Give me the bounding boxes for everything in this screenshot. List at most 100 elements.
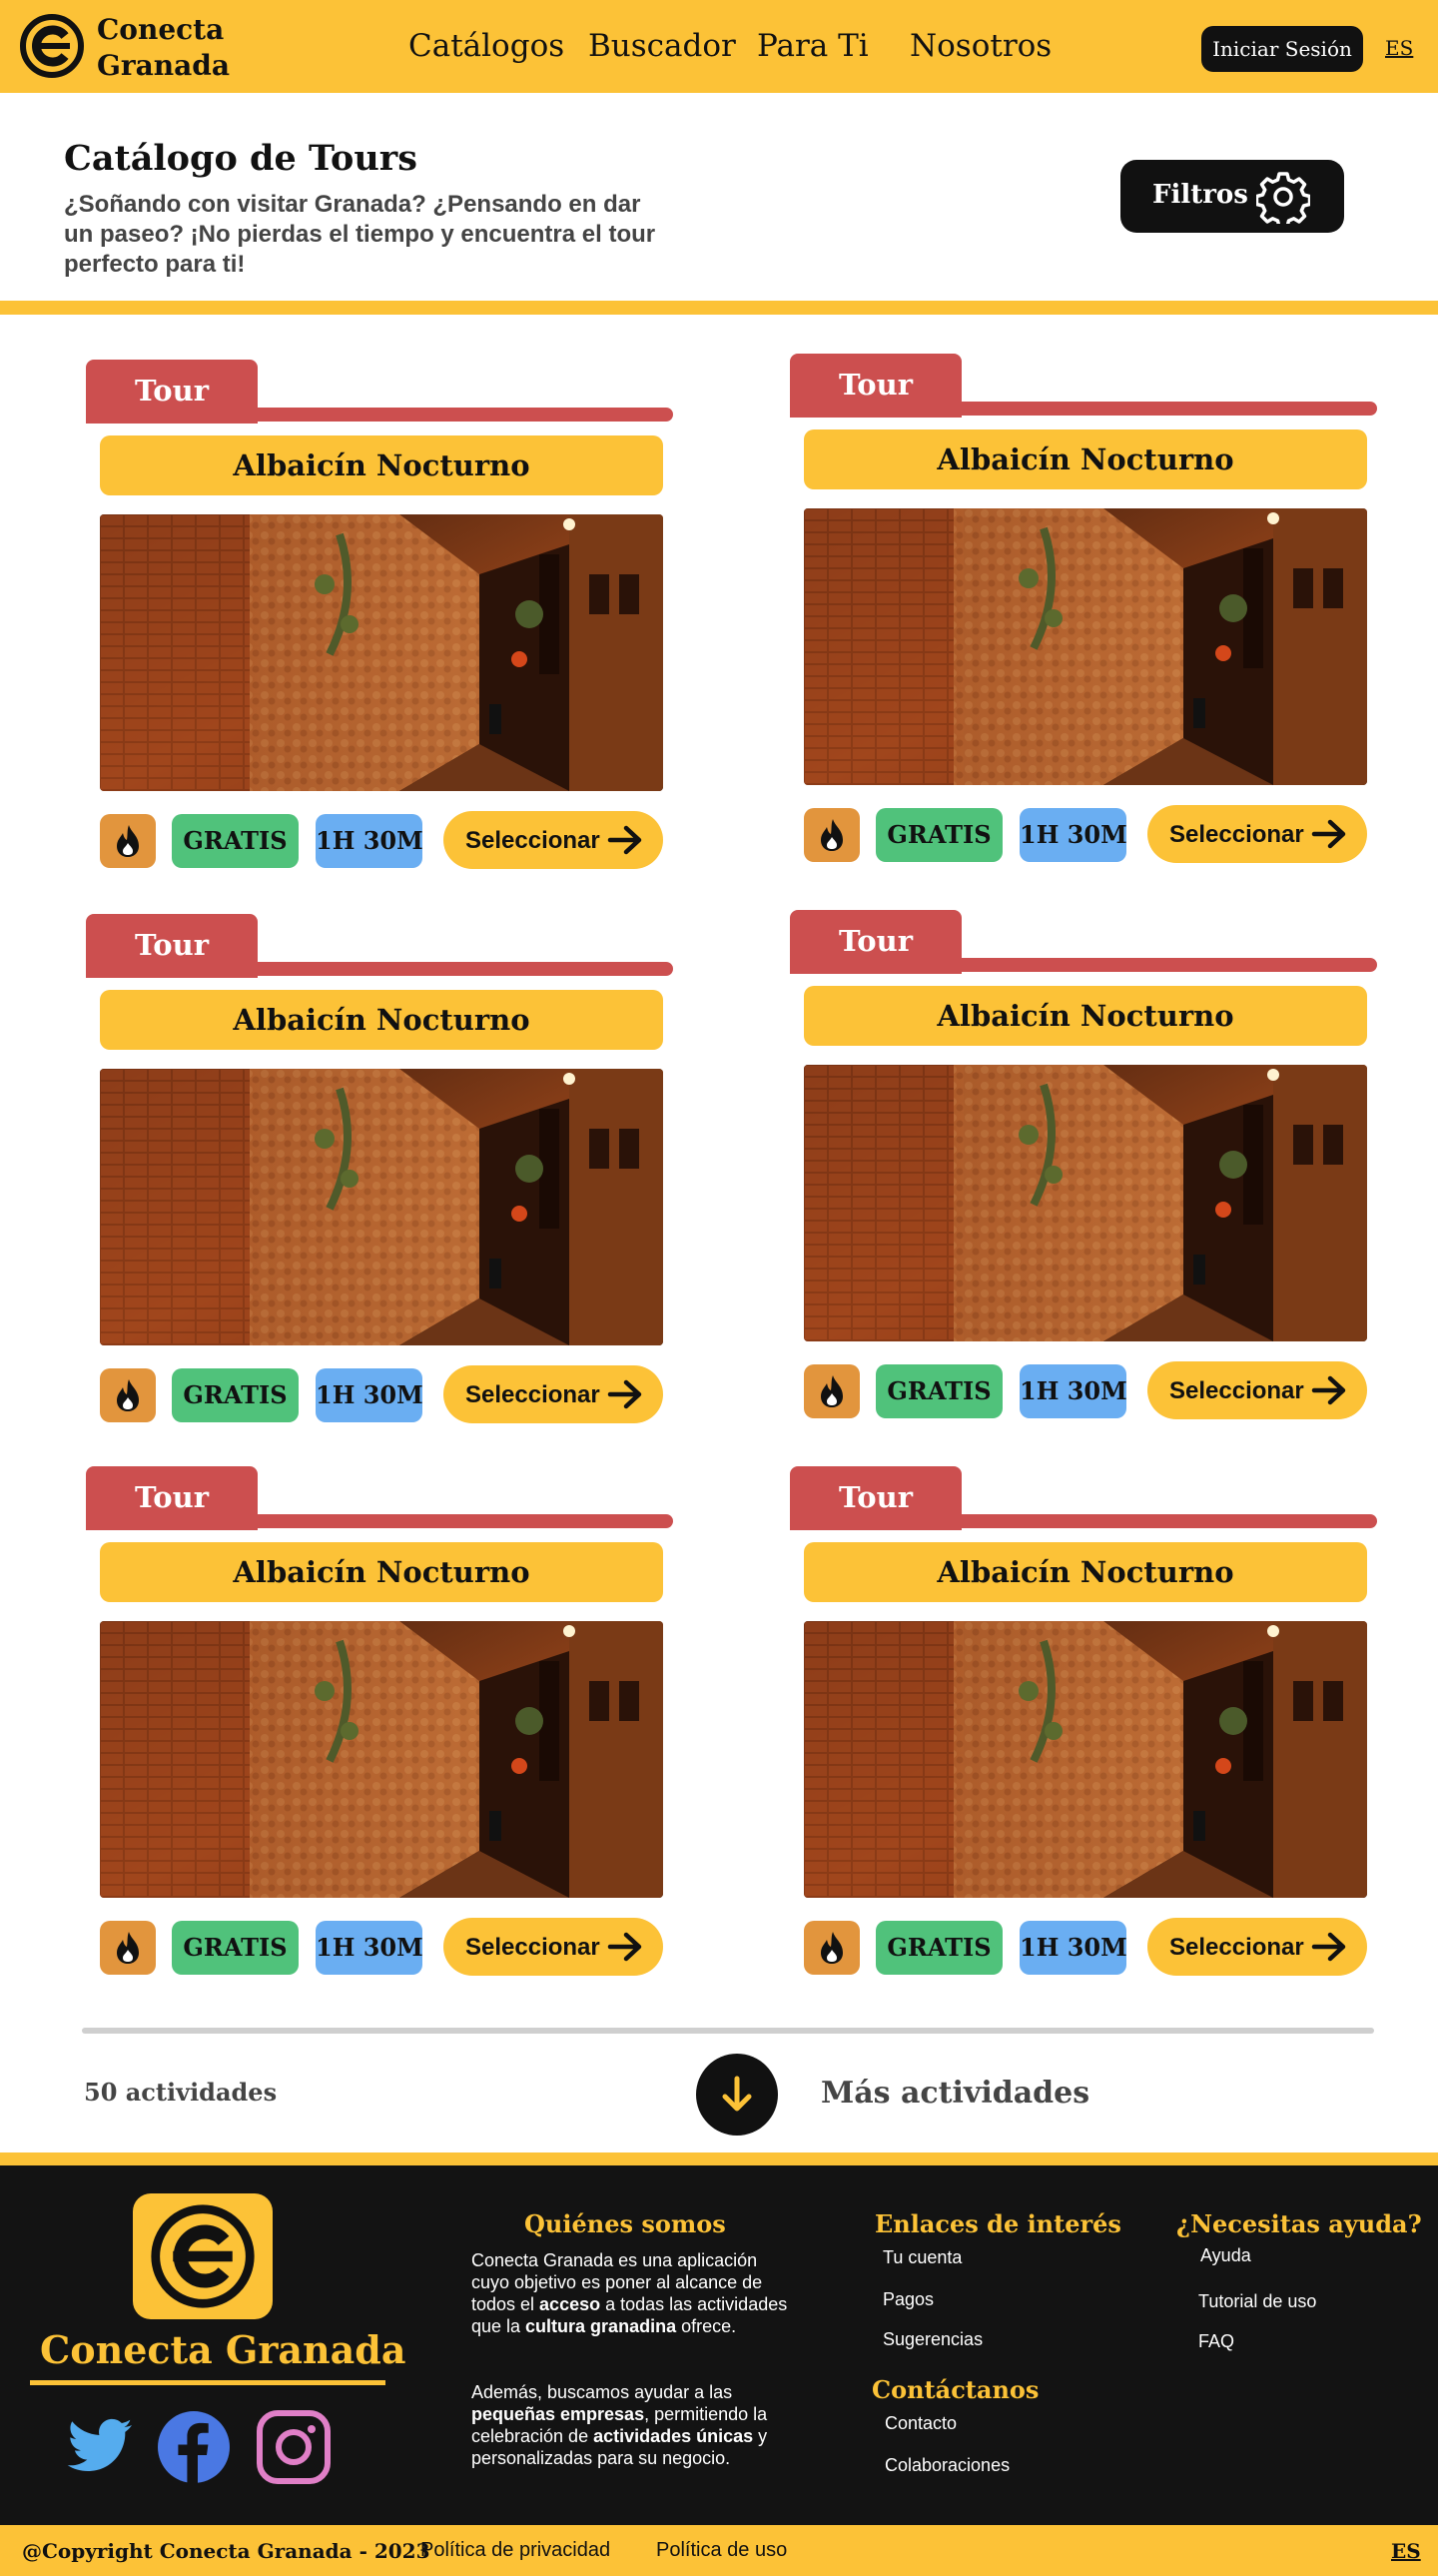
price-badge: GRATIS bbox=[172, 1921, 299, 1975]
select-button[interactable]: Seleccionar bbox=[1147, 805, 1367, 863]
load-more-label[interactable]: Más actividades bbox=[821, 2076, 1089, 2111]
about-text: ofrece. bbox=[676, 2316, 737, 2336]
link-tutorial[interactable]: Tutorial de uso bbox=[1198, 2291, 1316, 2312]
privacy-policy-link[interactable]: Política de privacidad bbox=[420, 2539, 610, 2562]
card-title[interactable]: Albaicín Nocturno bbox=[804, 429, 1367, 489]
tour-photo[interactable] bbox=[100, 1069, 663, 1345]
card-tag-line bbox=[790, 402, 1377, 416]
nav-catalogos[interactable]: Catálogos bbox=[408, 28, 564, 64]
card-tag-line bbox=[86, 962, 673, 976]
duration-badge: 1H 30M bbox=[316, 814, 423, 868]
card-tag-label: Tour bbox=[135, 1480, 209, 1514]
brand-name[interactable]: Conecta Granada bbox=[97, 12, 230, 84]
copyright: @Copyright Conecta Granada - 2023 bbox=[22, 2539, 430, 2563]
card-title[interactable]: Albaicín Nocturno bbox=[100, 435, 663, 495]
contact-heading: Contáctanos bbox=[872, 2375, 1040, 2404]
site-footer: Conecta Granada Quiénes somos Conecta Gr… bbox=[0, 2165, 1438, 2525]
select-button[interactable]: Seleccionar bbox=[1147, 1918, 1367, 1976]
footer-brand-underline bbox=[30, 2380, 385, 2385]
link-pagos[interactable]: Pagos bbox=[883, 2289, 934, 2310]
twitter-icon[interactable] bbox=[62, 2409, 138, 2485]
tour-card: Tour Albaicín Nocturno GRATIS 1H 30M Sel… bbox=[86, 1466, 685, 1986]
page-description: ¿Soñando con visitar Granada? ¿Pensando … bbox=[64, 191, 656, 278]
link-colaboraciones[interactable]: Colaboraciones bbox=[885, 2455, 1010, 2476]
price-badge: GRATIS bbox=[172, 814, 299, 868]
instagram-icon[interactable] bbox=[256, 2409, 332, 2485]
card-tag-label: Tour bbox=[135, 374, 209, 408]
tour-photo[interactable] bbox=[100, 1621, 663, 1898]
select-label: Seleccionar bbox=[1169, 1934, 1304, 1961]
links-heading: Enlaces de interés bbox=[875, 2209, 1121, 2238]
language-selector[interactable]: ES bbox=[1385, 36, 1413, 60]
alley-photo-illustration bbox=[100, 514, 663, 791]
tour-card: Tour Albaicín Nocturno GRATIS 1H 30M Sel… bbox=[790, 1466, 1389, 1986]
footer-logo[interactable] bbox=[133, 2193, 273, 2319]
fire-icon bbox=[821, 819, 843, 851]
fire-icon bbox=[821, 1375, 843, 1407]
tour-card: Tour Albaicín Nocturno GRATIS 1H 30M Sel… bbox=[86, 360, 685, 879]
select-button[interactable]: Seleccionar bbox=[443, 1918, 663, 1976]
usage-policy-link[interactable]: Política de uso bbox=[656, 2539, 787, 2562]
card-tag-label: Tour bbox=[135, 928, 209, 962]
tour-photo[interactable] bbox=[804, 1621, 1367, 1898]
fire-icon bbox=[117, 1932, 139, 1964]
tour-card: Tour Albaicín Nocturno GRATIS 1H 30M Sel… bbox=[790, 354, 1389, 873]
card-tag-line bbox=[790, 1514, 1377, 1528]
about-highlight: cultura granadina bbox=[525, 2316, 677, 2336]
tour-photo[interactable] bbox=[804, 508, 1367, 785]
filters-button[interactable]: Filtros bbox=[1120, 160, 1344, 233]
footer-divider bbox=[0, 2152, 1438, 2165]
about-paragraph-2: Además, buscamos ayudar a las pequeñas e… bbox=[471, 2381, 791, 2469]
tour-card: Tour Albaicín Nocturno GRATIS 1H 30M Sel… bbox=[790, 910, 1389, 1429]
fire-icon bbox=[117, 825, 139, 857]
select-button[interactable]: Seleccionar bbox=[443, 811, 663, 869]
about-highlight: acceso bbox=[539, 2294, 601, 2314]
select-button[interactable]: Seleccionar bbox=[1147, 1361, 1367, 1419]
popular-badge bbox=[804, 808, 860, 862]
logo-icon[interactable] bbox=[20, 14, 84, 78]
select-label: Seleccionar bbox=[1169, 1377, 1304, 1404]
select-label: Seleccionar bbox=[1169, 821, 1304, 848]
tour-photo[interactable] bbox=[804, 1065, 1367, 1341]
footer-brand: Conecta Granada bbox=[40, 2327, 406, 2372]
facebook-icon[interactable] bbox=[156, 2409, 232, 2485]
duration-badge: 1H 30M bbox=[316, 1368, 423, 1422]
alley-photo-illustration bbox=[804, 1065, 1367, 1341]
popular-badge bbox=[804, 1364, 860, 1418]
card-tag-line bbox=[790, 958, 1377, 972]
about-highlight: actividades únicas bbox=[593, 2426, 754, 2446]
fire-icon bbox=[117, 1379, 139, 1411]
about-text: Además, buscamos ayudar a las bbox=[471, 2382, 733, 2402]
popular-badge bbox=[100, 814, 156, 868]
popular-badge bbox=[100, 1368, 156, 1422]
about-highlight: pequeñas empresas bbox=[471, 2404, 645, 2424]
card-title[interactable]: Albaicín Nocturno bbox=[804, 986, 1367, 1046]
tour-photo[interactable] bbox=[100, 514, 663, 791]
nav-para-ti[interactable]: Para Ti bbox=[757, 28, 869, 64]
alley-photo-illustration bbox=[100, 1621, 663, 1898]
load-more-button[interactable] bbox=[696, 2054, 778, 2136]
alley-photo-illustration bbox=[804, 508, 1367, 785]
nav-buscador[interactable]: Buscador bbox=[588, 28, 736, 64]
alley-photo-illustration bbox=[804, 1621, 1367, 1898]
language-selector-bottom[interactable]: ES bbox=[1391, 2539, 1421, 2563]
card-title[interactable]: Albaicín Nocturno bbox=[100, 1542, 663, 1602]
card-title[interactable]: Albaicín Nocturno bbox=[100, 990, 663, 1050]
nav-nosotros[interactable]: Nosotros bbox=[910, 28, 1052, 64]
select-label: Seleccionar bbox=[465, 1381, 600, 1408]
alley-photo-illustration bbox=[100, 1069, 663, 1345]
login-button[interactable]: Iniciar Sesión bbox=[1201, 26, 1363, 72]
duration-badge: 1H 30M bbox=[1020, 808, 1127, 862]
select-button[interactable]: Seleccionar bbox=[443, 1365, 663, 1423]
link-ayuda[interactable]: Ayuda bbox=[1200, 2245, 1251, 2266]
link-faq[interactable]: FAQ bbox=[1198, 2331, 1234, 2352]
popular-badge bbox=[100, 1921, 156, 1975]
popular-badge bbox=[804, 1921, 860, 1975]
link-sugerencias[interactable]: Sugerencias bbox=[883, 2329, 983, 2350]
card-title[interactable]: Albaicín Nocturno bbox=[804, 1542, 1367, 1602]
link-contacto[interactable]: Contacto bbox=[885, 2413, 957, 2434]
link-tu-cuenta[interactable]: Tu cuenta bbox=[883, 2247, 962, 2268]
price-badge: GRATIS bbox=[876, 1921, 1003, 1975]
card-tag-label: Tour bbox=[839, 924, 913, 958]
about-heading: Quiénes somos bbox=[524, 2209, 726, 2238]
